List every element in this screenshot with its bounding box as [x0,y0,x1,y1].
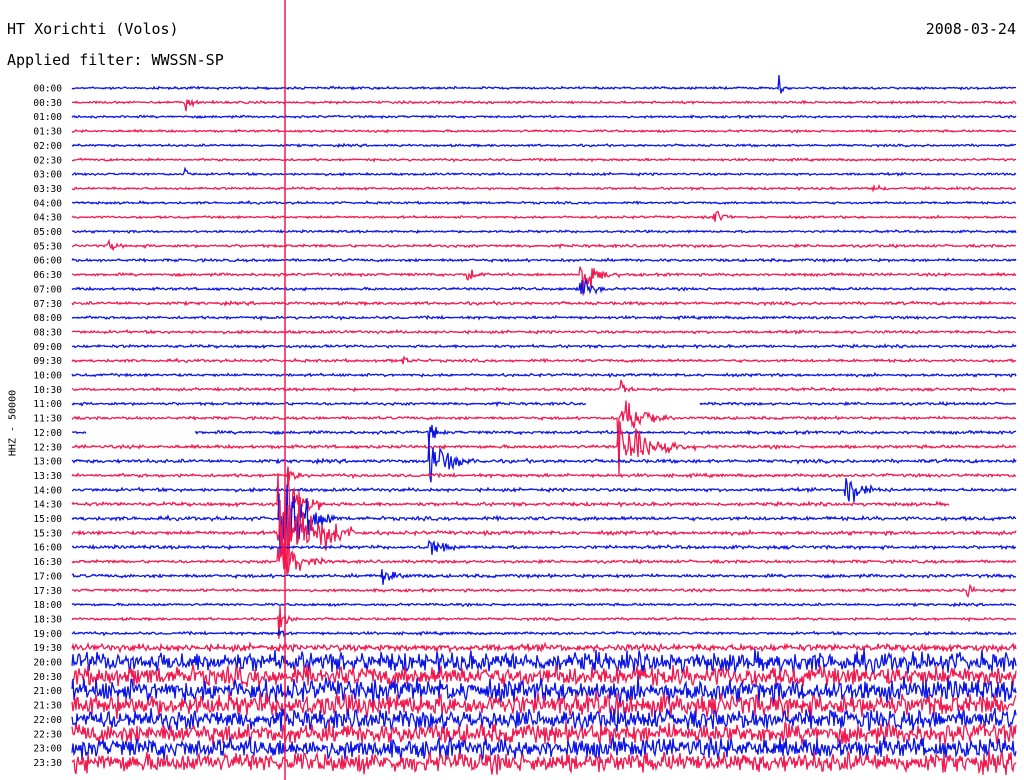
time-label-0230: 02:30 [33,155,62,166]
trace-1930 [71,641,1017,654]
time-label-1530: 15:30 [33,528,62,539]
time-label-1600: 16:00 [33,543,62,554]
time-label-0900: 09:00 [33,342,62,353]
time-label-0130: 01:30 [33,127,62,138]
time-label-0830: 08:30 [33,327,62,338]
trace-0930 [71,355,1017,365]
time-label-1430: 14:30 [33,500,62,511]
time-label-0700: 07:00 [33,284,62,295]
trace-1030 [71,379,1017,393]
time-label-1130: 11:30 [33,414,62,425]
trace-0730 [71,299,1017,307]
trace-0030 [71,98,1017,112]
time-label-0400: 04:00 [33,198,62,209]
time-label-0800: 08:00 [33,313,62,324]
trace-1100 [71,400,1017,408]
trace-1600 [71,539,1017,555]
time-label-1630: 16:30 [33,557,62,568]
time-label-1830: 18:30 [33,614,62,625]
time-label-0430: 04:30 [33,213,62,224]
time-label-1730: 17:30 [33,586,62,597]
time-label-1930: 19:30 [33,643,62,654]
trace-1900 [71,628,1017,638]
time-label-0300: 03:00 [33,170,62,181]
time-label-0500: 05:00 [33,227,62,238]
time-label-0600: 06:00 [33,256,62,267]
time-label-2230: 22:30 [33,729,62,740]
trace-0400 [71,200,1017,206]
trace-0800 [71,314,1017,322]
seismic-traces [71,0,1017,780]
trace-0000 [71,75,1016,94]
trace-1000 [71,371,1017,379]
time-label-0030: 00:30 [33,98,62,109]
time-label-1300: 13:00 [33,457,62,468]
trace-1400 [71,478,1017,503]
trace-1200 [71,424,1017,446]
trace-0500 [71,229,1017,235]
trace-0230 [71,157,1017,163]
time-label-0930: 09:30 [33,356,62,367]
trace-1130 [71,400,1017,442]
trace-1800 [71,601,1017,608]
time-label-1700: 17:00 [33,571,62,582]
time-label-2330: 23:30 [33,758,62,769]
time-label-0630: 06:30 [33,270,62,281]
time-labels: 00:00 00:30 01:00 01:30 02:00 02:30 03:00 03:30… [33,84,62,769]
trace-0630 [71,266,1017,296]
time-label-1400: 14:00 [33,485,62,496]
trace-0330 [71,183,1016,193]
time-label-0100: 01:00 [33,112,62,123]
time-label-1200: 12:00 [33,428,62,439]
time-label-0530: 05:30 [33,241,62,252]
helicorder-chart: 00:00 00:30 01:00 01:30 02:00 02:30 03:00 03:30… [33,0,1017,780]
time-label-0730: 07:30 [33,299,62,310]
trace-2330 [71,749,1017,776]
trace-0900 [71,343,1017,350]
time-label-1100: 11:00 [33,399,62,410]
trace-1430 [71,470,950,533]
trace-0430 [71,210,1017,222]
time-label-2000: 20:00 [33,658,62,669]
trace-0130 [71,128,1016,134]
trace-0530 [71,238,1017,251]
trace-1500 [71,484,1017,562]
trace-0200 [71,142,1017,149]
trace-0600 [71,257,1017,264]
time-label-2030: 20:30 [33,672,62,683]
time-label-2200: 22:00 [33,715,62,726]
time-label-2300: 23:00 [33,744,62,755]
trace-1230 [71,421,1017,476]
trace-0700 [71,277,1017,295]
time-label-1230: 12:30 [33,442,62,453]
trace-0830 [71,328,1017,336]
trace-1700 [71,569,1017,585]
time-label-2100: 21:00 [33,686,62,697]
trace-1330 [71,466,1017,482]
time-label-1500: 15:00 [33,514,62,525]
time-label-1900: 19:00 [33,629,62,640]
trace-0300 [71,166,1017,177]
time-label-2130: 21:30 [33,701,62,712]
time-label-0000: 00:00 [33,84,62,95]
time-label-0330: 03:30 [33,184,62,195]
time-label-1330: 13:30 [33,471,62,482]
trace-0100 [71,114,1017,120]
trace-1730 [71,583,1017,598]
time-label-1000: 10:00 [33,371,62,382]
time-label-1030: 10:30 [33,385,62,396]
time-label-1800: 18:00 [33,600,62,611]
time-label-0200: 02:00 [33,141,62,152]
